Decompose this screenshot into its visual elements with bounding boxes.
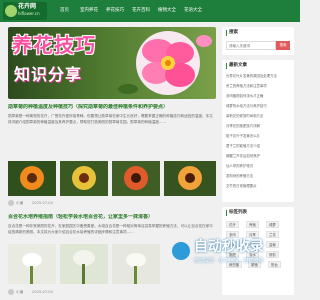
article-title[interactable]: 百合花水培养殖指南（轻松学会水培百合花，让家里多一抹清香） [8,214,216,221]
latest-article-link[interactable]: 君子兰的繁殖方法介绍 [226,144,290,149]
watermark-title: 自动秒收录 [194,239,264,255]
article-date: 2025-07-04 [32,290,53,294]
latest-article-link[interactable]: 绿萝的水培方法与养护技巧 [226,104,290,109]
search-heading: 搜索 [226,30,238,36]
nav-item-flower-language[interactable]: 花语大全 [184,7,202,15]
watermark-overlay: 自动秒收录 自动提交 · 永不沉没 · 自动收录 [172,238,294,286]
latest-article-link[interactable]: 茉莉花的修剪时间和方法 [226,114,290,119]
author-avatar [8,200,14,206]
search-button[interactable]: 搜索 [276,41,290,50]
latest-article-link[interactable]: 多肉植物如何浇水才正确 [226,94,290,99]
article-title[interactable]: 勋章菊的种植温度及种植技巧（探究勋章菊的最佳种植条件和养护要点） [8,104,216,111]
tags-heading: 标签列表 [226,210,247,216]
logo-text: 花卉网 [18,3,37,10]
search-input[interactable] [226,41,276,50]
watermark-logo-icon [172,242,190,260]
latest-article-link[interactable]: 仙人掌的养护常识 [226,164,290,169]
article-summary: 勋章菊是一种美丽的花卉，广受花卉爱好者青睐。但要想让勋章菊在家中生长良好，需要掌… [8,114,213,124]
tag-link[interactable]: 月季 [246,231,259,238]
sidebar-search-box: 搜索 搜索 [222,27,294,55]
flower-logo-icon [5,5,17,17]
gallery-images [8,161,216,196]
article-date: 2025-07-04 [32,201,53,205]
nav-item-tips[interactable]: 养花技巧 [106,7,124,15]
tag-link[interactable]: 兰花 [266,231,279,238]
latest-article-link[interactable]: 吊兰的养殖方法和注意事项 [226,84,290,89]
tag-link[interactable]: 花卉 [226,221,239,228]
nav-item-plants[interactable]: 植物大全 [158,7,176,15]
hero-subtitle: 知识分享 [14,65,83,84]
author-avatar [8,289,14,295]
site-logo[interactable]: 花卉网 hiflower.cn [3,2,47,20]
latest-article-link[interactable]: 长寿花叶片发黄的原因及处理方法 [226,74,290,79]
watermark-subtitle: 自动提交 · 永不沉没 · 自动收录 [194,258,264,264]
tag-link[interactable]: 绿萝 [266,221,279,228]
nav-item-home[interactable]: 首页 [60,7,69,15]
nav-item-encyclopedia[interactable]: 花卉百科 [132,7,150,15]
hero-banner[interactable]: 养花技巧 知识分享 [8,27,216,99]
latest-article-link[interactable]: 发财树的养殖方法 [226,174,290,179]
latest-heading: 最新文章 [226,63,247,69]
latest-article-link[interactable]: 月季花的施肥技巧详解 [226,124,290,129]
logo-domain: hiflower.cn [18,11,40,16]
top-navbar: 花卉网 hiflower.cn 首页 室内养花 养花技巧 花卉百科 植物大全 花… [0,0,300,22]
tag-link[interactable]: 养殖 [246,221,259,228]
article-author: 小编 [16,290,24,294]
article-author: 小编 [16,201,24,205]
nav-item-indoor[interactable]: 室内养花 [80,7,98,15]
latest-article-link[interactable]: 文竹的日常管理要点 [226,184,290,189]
article-gallery [8,161,216,196]
tag-link[interactable]: 多肉 [226,231,239,238]
sidebar-latest-box: 最新文章 长寿花叶片发黄的原因及处理方法 吊兰的养殖方法和注意事项 多肉植物如何… [222,60,294,202]
latest-article-link[interactable]: 蝴蝶兰开花后如何养护 [226,154,290,159]
hero-title: 养花技巧 [12,33,96,57]
latest-article-link[interactable]: 栀子花叶子发黄怎么办 [226,134,290,139]
